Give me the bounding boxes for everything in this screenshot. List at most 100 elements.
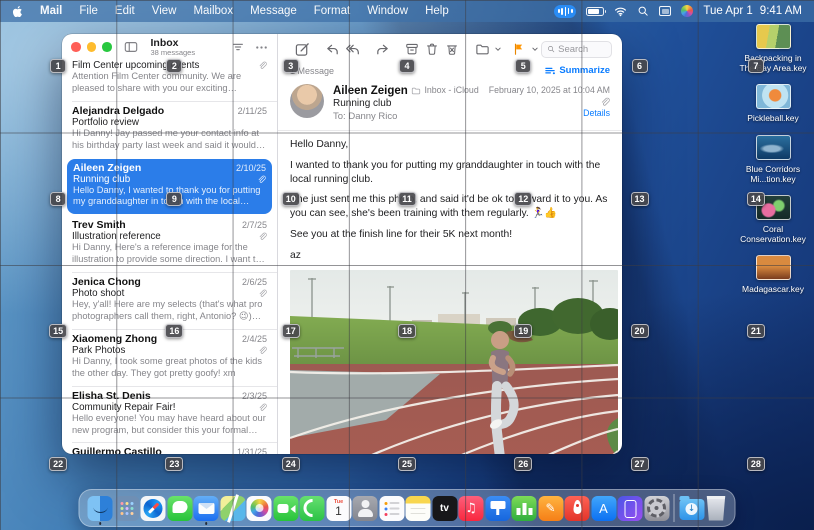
dock-numbers-icon[interactable] (512, 496, 537, 521)
email-row[interactable]: Alejandra Delgado 2/11/25 Portfolio revi… (62, 101, 277, 158)
menu-bar-clock[interactable]: Tue Apr 1 9:41 AM (703, 5, 802, 17)
sender-avatar[interactable] (290, 84, 324, 118)
email-list: Film Center upcoming events Attention Fi… (62, 58, 277, 454)
dock-safari-icon[interactable] (141, 496, 166, 521)
dock-facetime-icon[interactable] (273, 496, 298, 521)
dock-maps-icon[interactable] (220, 496, 245, 521)
body-signature: az (290, 249, 616, 263)
body-paragraph: She just sent me this photo, and said it… (290, 193, 616, 221)
menu-mailbox[interactable]: Mailbox (193, 5, 233, 17)
email-row[interactable]: Trev Smith 2/7/25 Illustration reference… (62, 215, 277, 272)
archive-button[interactable] (402, 39, 422, 59)
search-field[interactable] (541, 41, 612, 58)
menu-edit[interactable]: Edit (115, 5, 135, 17)
dock-appstore-icon[interactable] (591, 496, 616, 521)
dock-notes-icon[interactable] (406, 496, 431, 521)
desktop-file-icon[interactable]: Blue Corridors Mi...tion.key (737, 135, 809, 184)
email-date: 2/3/25 (242, 391, 267, 401)
attachment-icon (411, 97, 610, 107)
running-indicator-dot (205, 522, 208, 525)
dock-music-icon[interactable] (459, 496, 484, 521)
move-to-folder-button[interactable] (472, 39, 492, 59)
desktop-file-icon[interactable]: Backpacking in The Bay Area.key (737, 24, 809, 73)
attachment-icon (258, 289, 267, 298)
email-sender: Elisha St. Denis (72, 390, 236, 402)
email-subject: Community Repair Fair! (72, 402, 252, 413)
delete-button[interactable] (422, 39, 442, 59)
clock-time: 9:41 AM (760, 5, 802, 17)
dock-pages-icon[interactable] (538, 496, 563, 521)
email-date: 2/4/25 (242, 334, 267, 344)
dock-downloads-icon[interactable] (679, 499, 704, 520)
email-sender: Jenica Chong (72, 276, 236, 288)
junk-button[interactable] (442, 39, 462, 59)
dock-photos-icon[interactable] (247, 496, 272, 521)
spotlight-search-icon[interactable] (637, 5, 649, 17)
email-row[interactable]: Jenica Chong 2/6/25 Photo shoot Hey, y'a… (62, 272, 277, 329)
dock: Tue1 (79, 489, 736, 527)
minimize-window-button[interactable] (87, 42, 97, 52)
menu-file[interactable]: File (79, 5, 98, 17)
close-window-button[interactable] (71, 42, 81, 52)
dock-launchpad-icon[interactable] (114, 496, 139, 521)
forward-button[interactable] (372, 39, 392, 59)
menu-format[interactable]: Format (314, 5, 350, 17)
sidebar-toggle-icon[interactable] (124, 40, 138, 54)
flag-chevron-icon[interactable] (529, 39, 541, 59)
dock-mail-icon[interactable] (194, 496, 219, 521)
email-row[interactable]: Xiaomeng Zhong 2/4/25 Park Photos Hi Dan… (62, 329, 277, 386)
details-link[interactable]: Details (411, 107, 610, 120)
dock-finder-icon[interactable] (88, 496, 113, 521)
zoom-window-button[interactable] (102, 42, 112, 52)
summarize-button[interactable]: Summarize (544, 65, 610, 77)
apple-menu-icon[interactable] (12, 5, 24, 18)
desktop-file-label: Coral Conservation.key (738, 224, 808, 244)
dock-settings-icon[interactable] (644, 496, 669, 521)
menu-window[interactable]: Window (367, 5, 408, 17)
dock-calendar-icon[interactable]: Tue1 (326, 496, 351, 521)
desktop-file-icon[interactable]: Coral Conservation.key (737, 195, 809, 244)
dock-rocket-icon[interactable] (565, 496, 590, 521)
reply-button[interactable] (322, 39, 342, 59)
battery-icon[interactable] (586, 7, 604, 16)
message-count: 1 Message (290, 66, 334, 76)
body-paragraph: I wanted to thank you for putting my gra… (290, 159, 616, 187)
calendar-day: 1 (326, 504, 351, 518)
email-preview: Hi Danny! Jay passed me your contact inf… (72, 128, 267, 152)
wifi-icon[interactable] (614, 5, 627, 18)
dock-reminders-icon[interactable] (379, 496, 404, 521)
email-row[interactable]: Elisha St. Denis 2/3/25 Community Repair… (62, 386, 277, 443)
dock-contacts-icon[interactable] (353, 496, 378, 521)
color-wheel-icon[interactable] (681, 5, 693, 17)
filter-icon[interactable] (231, 40, 245, 54)
dock-iphone-mirroring-icon[interactable] (618, 496, 643, 521)
email-date: 2/10/25 (236, 163, 266, 173)
message-list-pane: Inbox 38 messages Film Center upcoming e… (62, 34, 278, 454)
dock-trash-icon[interactable] (706, 496, 727, 521)
menu-mail[interactable]: Mail (40, 5, 62, 17)
attached-photo-running-track[interactable] (290, 270, 618, 454)
list-header: Inbox 38 messages (62, 34, 277, 58)
voice-control-indicator-icon[interactable] (554, 5, 576, 18)
desktop-file-icon[interactable]: Madagascar.key (737, 255, 809, 294)
menu-view[interactable]: View (152, 5, 177, 17)
dock-phone-icon[interactable] (300, 496, 325, 521)
search-input[interactable] (558, 44, 606, 55)
flag-button[interactable] (509, 39, 529, 59)
menu-help[interactable]: Help (425, 5, 449, 17)
desktop-file-icon[interactable]: Pickleball.key (737, 84, 809, 123)
email-row-partial[interactable]: Film Center upcoming events Attention Fi… (62, 58, 277, 101)
folder-chevron-icon[interactable] (492, 39, 504, 59)
reply-all-button[interactable] (342, 39, 362, 59)
menu-message[interactable]: Message (250, 5, 297, 17)
email-row[interactable]: Guillermo Castillo 1/31/25 Send pics ple… (62, 442, 277, 454)
dock-keynote-icon[interactable] (485, 496, 510, 521)
dock-messages-icon[interactable] (167, 496, 192, 521)
email-row[interactable]: Aileen Zeigen 2/10/25 Running club Hello… (67, 159, 272, 215)
more-options-icon[interactable] (254, 40, 269, 55)
compose-button[interactable] (292, 39, 312, 59)
dock-tv-icon[interactable] (432, 496, 457, 521)
display-icon[interactable] (659, 6, 671, 16)
recipient-line: To: Danny Rico (333, 111, 408, 123)
grid-number-badge: 20 (631, 324, 649, 338)
